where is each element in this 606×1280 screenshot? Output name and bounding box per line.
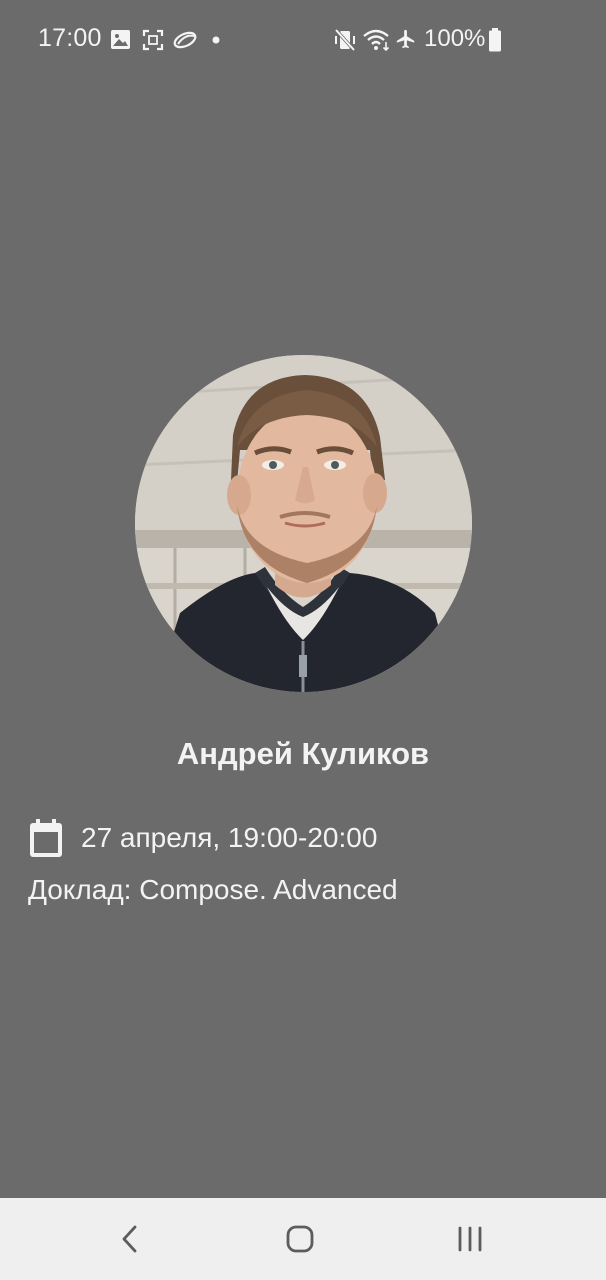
- mute-vibrate-icon: [334, 28, 356, 52]
- session-datetime: 27 апреля, 19:00-20:00: [81, 822, 378, 853]
- back-icon: [122, 1225, 137, 1253]
- session-date-row: 27 апреля, 19:00-20:00: [28, 816, 377, 860]
- home-button[interactable]: [270, 1216, 330, 1262]
- speaker-photo: [135, 355, 472, 692]
- speaker-name: Андрей Куликов: [176, 736, 430, 771]
- speaker-avatar: [135, 355, 472, 692]
- recents-icon: [458, 1226, 482, 1252]
- back-button[interactable]: [100, 1216, 160, 1262]
- battery-icon: [489, 28, 501, 52]
- recents-button[interactable]: [440, 1216, 500, 1262]
- battery-percentage: 100%: [424, 25, 486, 52]
- wifi-icon: [363, 29, 390, 52]
- talk-title: Доклад: Compose. Advanced: [28, 874, 398, 905]
- navigation-bar: [0, 1198, 606, 1280]
- calendar-icon: [30, 819, 62, 857]
- app-notification-icon: [173, 31, 197, 49]
- gallery-icon: [111, 30, 130, 49]
- status-bar: 17:00 100%: [0, 0, 606, 80]
- screenshot-icon: [142, 29, 164, 51]
- airplane-icon: [396, 29, 415, 49]
- home-icon: [286, 1225, 314, 1253]
- more-dot-icon: [212, 36, 220, 44]
- status-time: 17:00: [38, 24, 102, 52]
